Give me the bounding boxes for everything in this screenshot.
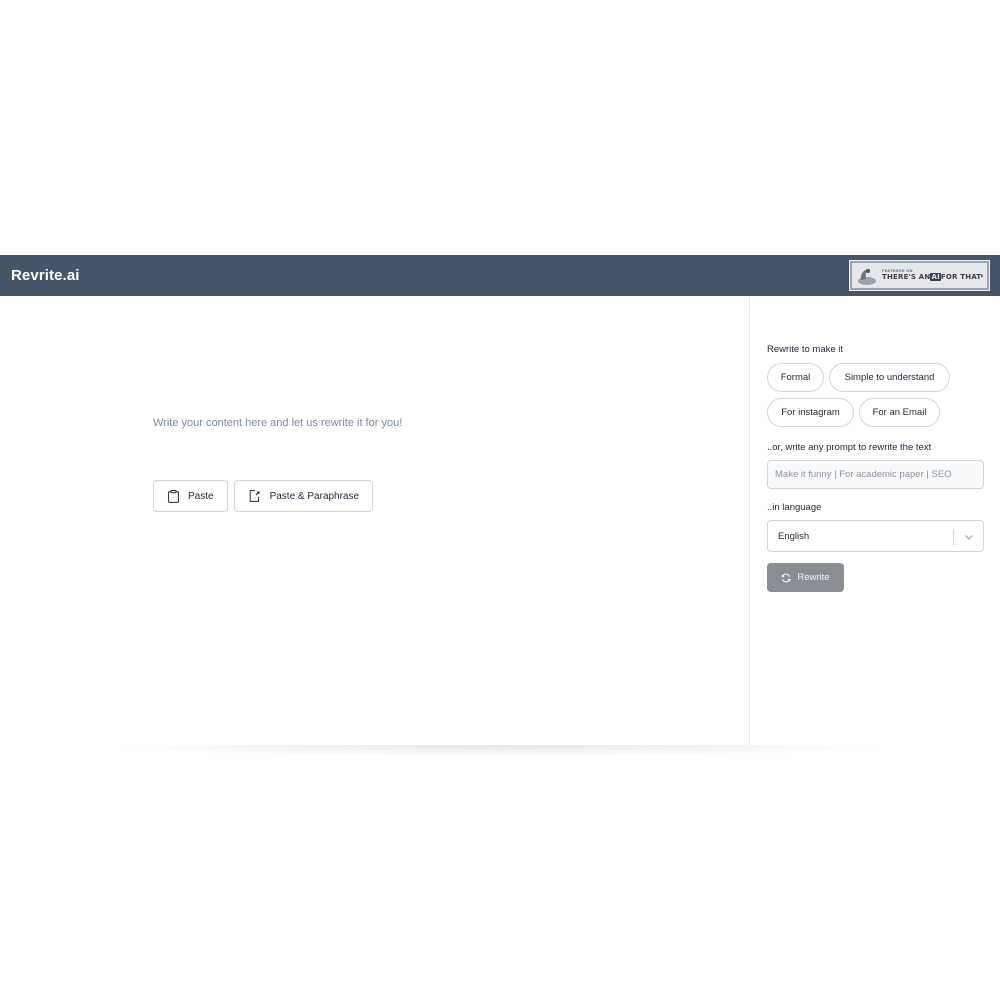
badge-text: FEATURED ON THERE'S ANAIFOR THAT xyxy=(882,270,981,281)
paste-paraphrase-label: Paste & Paraphrase xyxy=(269,490,360,502)
app-window: Revrite.ai FEATURED ON THERE'S ANAIFOR T… xyxy=(0,255,1000,745)
chip-for-an-email[interactable]: For an Email xyxy=(859,398,940,427)
paste-label: Paste xyxy=(188,490,214,502)
chevron-down-icon[interactable] xyxy=(964,532,974,542)
rewrite-label: Rewrite xyxy=(797,572,830,583)
prompt-heading: ..or, write any prompt to rewrite the te… xyxy=(767,442,932,453)
editor-area[interactable]: Write your content here and let us rewri… xyxy=(0,296,749,745)
language-select[interactable]: English xyxy=(767,520,984,552)
paste-paraphrase-button[interactable]: Paste & Paraphrase xyxy=(233,480,374,512)
rewrite-heading: Rewrite to make it xyxy=(767,344,844,355)
rewrite-button[interactable]: Rewrite xyxy=(767,563,844,592)
chip-simple-to-understand[interactable]: Simple to understand xyxy=(829,363,950,392)
mascot-icon xyxy=(858,268,876,285)
top-bar: Revrite.ai FEATURED ON THERE'S ANAIFOR T… xyxy=(0,255,1000,296)
language-value: English xyxy=(778,530,810,542)
chip-for-instagram[interactable]: For instagram xyxy=(767,398,854,427)
app-shadow xyxy=(110,745,890,757)
custom-prompt-input[interactable] xyxy=(767,460,984,489)
paste-button[interactable]: Paste xyxy=(153,480,228,512)
panel-divider xyxy=(749,296,750,745)
chip-formal[interactable]: Formal xyxy=(767,363,824,392)
badge-main-text: THERE'S ANAIFOR THAT xyxy=(882,272,982,281)
editor-actions: Paste Paste & Paraphrase xyxy=(153,480,374,512)
bookmark-icon xyxy=(981,274,983,277)
paste-arrow-icon xyxy=(249,490,260,502)
select-separator xyxy=(953,529,954,545)
clipboard-icon xyxy=(168,489,179,503)
brand-title[interactable]: Revrite.ai xyxy=(11,267,80,284)
language-heading: ..in language xyxy=(767,502,822,513)
editor-placeholder[interactable]: Write your content here and let us rewri… xyxy=(153,417,402,429)
refresh-icon xyxy=(782,573,791,582)
featured-badge[interactable]: FEATURED ON THERE'S ANAIFOR THAT xyxy=(849,260,990,291)
